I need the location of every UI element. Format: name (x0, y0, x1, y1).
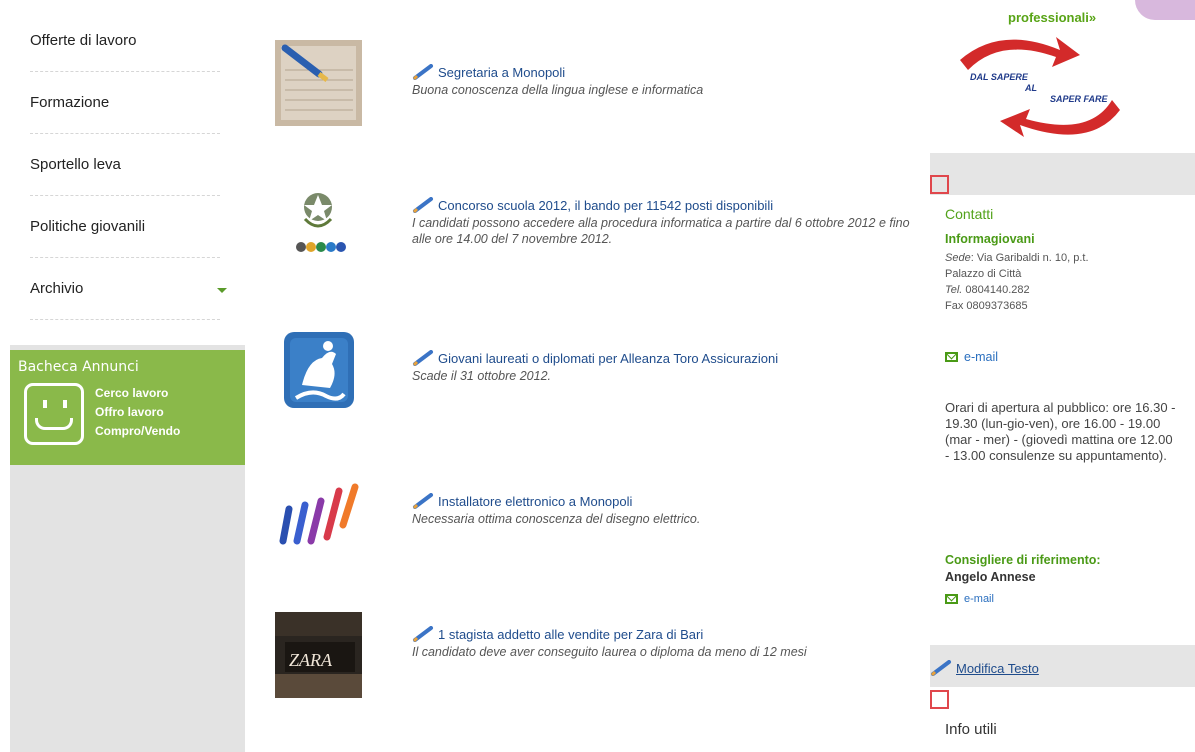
listing-title: Installatore elettronico a Monopoli (438, 493, 633, 509)
right-sidebar: professionali» DAL SAPERE AL SAPER FARE … (930, 0, 1195, 752)
nav-item-formazione[interactable]: Formazione (20, 72, 235, 134)
modifica-label: Modifica Testo (956, 660, 1039, 676)
main-nav: Offerte di lavoro Formazione Sportello l… (10, 0, 245, 345)
nav-item-label: Formazione (30, 94, 110, 111)
cerco-lavoro-link[interactable]: Cerco lavoro (95, 384, 180, 403)
document-pen-thumb[interactable] (275, 40, 362, 126)
placeholder-marker (930, 175, 949, 194)
informagiovani-title: Informagiovani (945, 232, 1035, 246)
nav-item-label: Archivio (30, 280, 84, 297)
listing-entry: Giovani laureati o diplomati per Alleanz… (412, 350, 912, 384)
corner-decoration (1135, 0, 1195, 20)
svg-text:DAL SAPERE: DAL SAPERE (970, 72, 1029, 82)
listing-title-link[interactable]: Segretaria a Monopoli (412, 64, 912, 80)
nav-item-label: Politiche giovanili (30, 218, 146, 235)
envelope-icon (945, 352, 958, 362)
pencil-icon (412, 350, 433, 366)
professionali-link[interactable]: professionali» (1008, 10, 1096, 25)
pencil-icon (412, 64, 433, 80)
smiley-eye (43, 400, 47, 408)
listing-description: I candidati possono accedere alla proced… (412, 216, 910, 246)
pencil-icon (412, 197, 433, 213)
nav-item-politiche-giovanili[interactable]: Politiche giovanili (20, 196, 235, 258)
listing-title-link[interactable]: Installatore elettronico a Monopoli (412, 493, 912, 509)
envelope-icon (945, 594, 958, 604)
listing-entry: Installatore elettronico a Monopoli Nece… (412, 493, 912, 527)
bacheca-title: Bacheca Annunci (18, 359, 139, 375)
listing-entry: Concorso scuola 2012, il bando per 11542… (412, 197, 912, 247)
address-line: Palazzo di Città (945, 268, 1022, 280)
listing-title: Giovani laureati o diplomati per Alleanz… (438, 350, 779, 366)
nav-item-sportello-leva[interactable]: Sportello leva (20, 134, 235, 196)
modifica-testo-link[interactable]: Modifica Testo (930, 660, 1039, 676)
listing-title-link[interactable]: Giovani laureati o diplomati per Alleanz… (412, 350, 912, 366)
bacheca-links: Cerco lavoro Offro lavoro Compro/Vendo (95, 384, 180, 441)
nav-item-label: Sportello leva (30, 156, 121, 173)
listing-entry: Segretaria a Monopoli Buona conoscenza d… (412, 64, 912, 98)
nav-item-archivio[interactable]: Archivio (20, 258, 235, 320)
listing-description: Il candidato deve aver conseguito laurea… (412, 645, 807, 659)
nav-item-offerte-di-lavoro[interactable]: Offerte di lavoro (20, 10, 235, 72)
consigliere-email-link[interactable]: e-mail (945, 593, 994, 605)
email-label: e-mail (964, 593, 994, 605)
address-block: Sede: Via Garibaldi n. 10, p.t. Palazzo … (945, 250, 1089, 314)
dal-sapere-al-saper-fare-logo[interactable]: DAL SAPERE AL SAPER FARE (940, 25, 1140, 145)
pencil-icon (930, 660, 951, 676)
listing-description: Necessaria ottima conoscenza del disegno… (412, 512, 701, 526)
listing-title-link[interactable]: 1 stagista addetto alle vendite per Zara… (412, 626, 912, 642)
address-fax: Fax 0809373685 (945, 300, 1028, 312)
info-utili-heading: Info utili (945, 721, 997, 738)
nav-item-label: Offerte di lavoro (30, 32, 137, 49)
zara-store-thumb[interactable]: ZARA (275, 612, 362, 698)
listing-title: 1 stagista addetto alle vendite per Zara… (438, 626, 704, 642)
listing-description: Buona conoscenza della lingua inglese e … (412, 83, 704, 97)
smiley-mouth (35, 418, 73, 430)
email-link[interactable]: e-mail (945, 350, 998, 364)
section-band (930, 153, 1195, 195)
placeholder-marker (930, 690, 949, 709)
listing-title-link[interactable]: Concorso scuola 2012, il bando per 11542… (412, 197, 912, 213)
left-sidebar: Offerte di lavoro Formazione Sportello l… (10, 0, 245, 752)
chevron-down-icon[interactable] (217, 288, 227, 293)
horse-rider-thumb[interactable] (282, 330, 356, 410)
contatti-heading: Contatti (945, 206, 994, 222)
nav-divider (30, 319, 220, 320)
consigliere-name: Angelo Annese (945, 570, 1036, 584)
svg-text:AL: AL (1024, 83, 1037, 93)
color-stripes-thumb[interactable] (275, 475, 362, 555)
listing-title: Concorso scuola 2012, il bando per 11542… (438, 197, 774, 213)
listing-title: Segretaria a Monopoli (438, 64, 566, 80)
address-tel: Tel. 0804140.282 (945, 284, 1030, 296)
bacheca-annunci-panel[interactable]: Bacheca Annunci Cerco lavoro Offro lavor… (10, 350, 245, 465)
listing-entry: 1 stagista addetto alle vendite per Zara… (412, 626, 912, 660)
pencil-icon (412, 493, 433, 509)
svg-text:SAPER FARE: SAPER FARE (1050, 94, 1109, 104)
offro-lavoro-link[interactable]: Offro lavoro (95, 403, 180, 422)
address-sede: Sede: Via Garibaldi n. 10, p.t. (945, 252, 1089, 264)
opening-hours: Orari di apertura al pubblico: ore 16.30… (945, 400, 1176, 463)
italian-emblem-thumb[interactable] (275, 185, 362, 271)
smiley-icon (24, 383, 84, 445)
pencil-icon (412, 626, 433, 642)
consigliere-heading: Consigliere di riferimento: (945, 553, 1101, 567)
smiley-eye (63, 400, 67, 408)
svg-text:ZARA: ZARA (289, 650, 333, 670)
compro-vendo-link[interactable]: Compro/Vendo (95, 422, 180, 441)
listing-description: Scade il 31 ottobre 2012. (412, 369, 551, 383)
email-label: e-mail (964, 350, 999, 364)
